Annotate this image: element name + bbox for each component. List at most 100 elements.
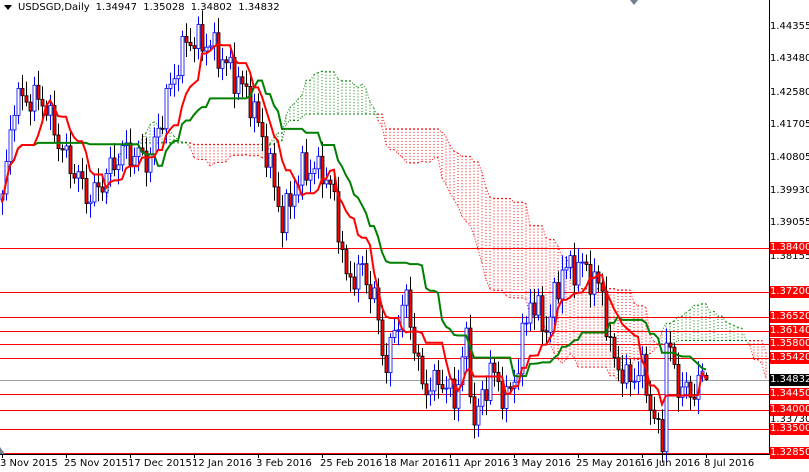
bear-candle bbox=[612, 336, 617, 359]
bear-candle bbox=[112, 157, 117, 170]
bear-candle bbox=[224, 59, 229, 64]
senkou-span-a bbox=[221, 161, 227, 163]
senkou-span-a bbox=[749, 345, 755, 360]
senkou-span-b bbox=[457, 152, 463, 157]
senkou-span-b bbox=[449, 145, 455, 152]
senkou-span-a bbox=[465, 221, 471, 226]
price-tick-label: 1.40805 bbox=[770, 152, 809, 164]
ichimoku-lines bbox=[1, 42, 707, 408]
senkou-span-a bbox=[709, 310, 715, 313]
horizontal-levels bbox=[0, 248, 769, 454]
bear-candle bbox=[352, 276, 357, 290]
bull-candle bbox=[180, 36, 185, 76]
tenkan-sen-line bbox=[1, 42, 707, 408]
bear-candle bbox=[436, 369, 441, 385]
bear-candle bbox=[288, 193, 293, 207]
bull-candle bbox=[228, 56, 233, 64]
bull-candle bbox=[548, 316, 553, 333]
senkou-span-b bbox=[545, 237, 551, 240]
bull-candle bbox=[528, 302, 533, 324]
level-price-label: 1.35800 bbox=[770, 338, 809, 350]
bull-candle bbox=[164, 88, 169, 130]
bull-candle bbox=[308, 172, 313, 181]
senkou-span-b bbox=[557, 245, 563, 258]
bull-candle bbox=[464, 327, 469, 358]
bear-candle bbox=[304, 152, 309, 181]
current-price-label: 1.34832 bbox=[770, 374, 809, 386]
chart-shift-icon[interactable] bbox=[630, 0, 638, 5]
senkou-span-a bbox=[301, 80, 307, 96]
bear-candle bbox=[384, 355, 389, 374]
bull-candle bbox=[476, 405, 481, 426]
bear-candle bbox=[620, 369, 625, 384]
bear-candle bbox=[440, 384, 445, 390]
bear-candle bbox=[256, 101, 261, 123]
bull-candle bbox=[268, 153, 273, 168]
senkou-span-a bbox=[569, 353, 575, 358]
bull-candle bbox=[392, 330, 397, 338]
level-price-label: 1.36140 bbox=[770, 325, 809, 337]
bear-candle bbox=[240, 76, 245, 85]
bull-candle bbox=[12, 114, 17, 131]
senkou-span-b bbox=[189, 142, 195, 145]
bear-candle bbox=[128, 142, 133, 166]
bear-candle bbox=[364, 263, 369, 286]
senkou-span-a bbox=[433, 156, 439, 159]
senkou-span-b bbox=[477, 161, 483, 173]
bear-candle bbox=[184, 36, 189, 43]
senkou-span-a bbox=[421, 160, 427, 163]
bull-candle bbox=[176, 75, 181, 80]
senkou-span-a bbox=[417, 160, 423, 164]
bear-candle bbox=[56, 134, 61, 150]
bull-candle bbox=[212, 32, 217, 47]
bear-candle bbox=[616, 357, 621, 371]
senkou-span-a bbox=[477, 248, 483, 264]
senkou-span-a bbox=[393, 149, 399, 154]
senkou-span-a bbox=[445, 184, 451, 194]
senkou-span-a bbox=[649, 349, 655, 354]
time-tick-label: 25 Nov 2015 bbox=[64, 458, 129, 469]
level-price-label: 1.32850 bbox=[770, 447, 809, 459]
bull-candle bbox=[208, 45, 213, 48]
bear-candle bbox=[692, 396, 697, 400]
bear-candle bbox=[280, 206, 285, 234]
level-price-label: 1.34000 bbox=[770, 404, 809, 416]
senkou-span-a bbox=[729, 323, 735, 326]
chart-scale-icon[interactable] bbox=[0, 447, 5, 454]
price-tick-label: 1.39930 bbox=[770, 185, 809, 197]
senkou-span-a bbox=[473, 235, 479, 250]
bull-candle bbox=[576, 261, 581, 286]
time-tick-label: 3 Nov 2015 bbox=[0, 458, 58, 469]
bear-candle bbox=[540, 295, 545, 332]
bear-candle bbox=[368, 284, 373, 300]
time-tick-label: 17 Dec 2015 bbox=[128, 458, 192, 469]
senkou-span-a bbox=[441, 178, 447, 185]
senkou-span-b bbox=[653, 341, 659, 345]
senkou-span-a bbox=[381, 126, 387, 145]
senkou-span-a bbox=[153, 121, 159, 126]
senkou-span-a bbox=[313, 72, 319, 76]
bear-candle bbox=[572, 255, 577, 286]
senkou-span-a bbox=[193, 157, 199, 160]
bull-candle bbox=[360, 263, 365, 266]
bull-candle bbox=[568, 255, 573, 268]
bear-candle bbox=[20, 88, 25, 97]
bull-candle bbox=[132, 156, 137, 166]
price-tick-label: 1.44355 bbox=[770, 21, 809, 33]
senkou-span-a bbox=[321, 70, 327, 73]
senkou-span-b bbox=[629, 289, 635, 303]
senkou-span-a bbox=[605, 366, 611, 377]
bull-candle bbox=[64, 145, 69, 151]
bear-candle bbox=[36, 84, 41, 100]
senkou-span-a bbox=[205, 159, 211, 167]
senkou-span-a bbox=[449, 193, 455, 200]
senkou-span-a bbox=[405, 161, 411, 164]
bear-candle bbox=[508, 386, 513, 389]
senkou-span-a bbox=[289, 103, 295, 108]
senkou-span-b bbox=[541, 225, 547, 238]
bear-candle bbox=[100, 186, 105, 193]
price-chart[interactable] bbox=[0, 0, 809, 472]
bear-candle bbox=[656, 418, 661, 420]
bull-candle bbox=[488, 362, 493, 401]
bear-candle bbox=[492, 362, 497, 373]
